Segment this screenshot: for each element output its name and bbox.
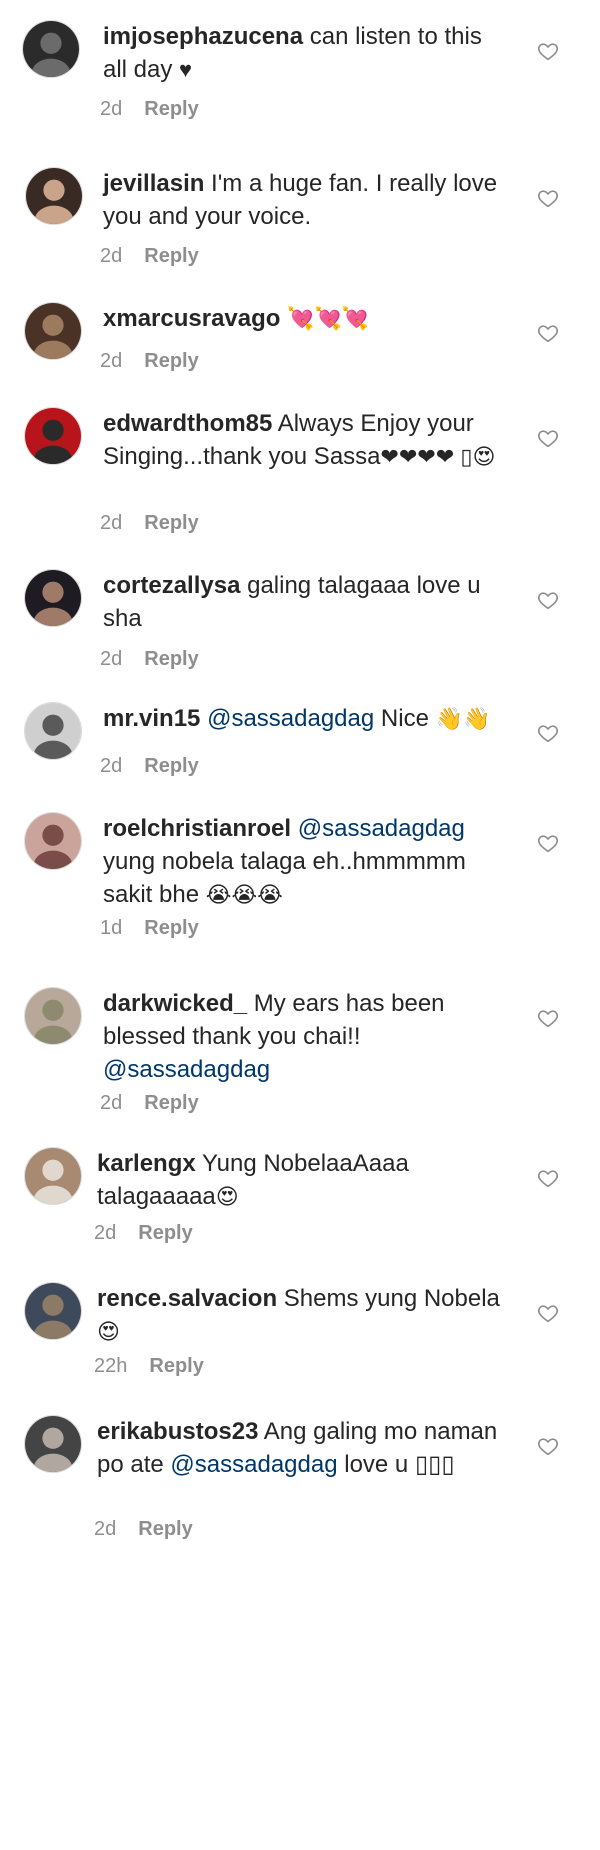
mention-link[interactable]: @sassadagdag — [170, 1451, 337, 1478]
avatar[interactable] — [24, 702, 82, 760]
comment-meta: 2d Reply — [100, 1092, 199, 1115]
heart-outline-icon[interactable] — [537, 1007, 559, 1029]
username-link[interactable]: jevillasin — [103, 170, 204, 197]
timestamp: 2d — [100, 98, 123, 120]
emoji: 👋👋 — [435, 706, 491, 731]
reply-button[interactable]: Reply — [144, 648, 198, 670]
reply-button[interactable]: Reply — [144, 245, 198, 267]
reply-button[interactable]: Reply — [138, 1518, 192, 1540]
timestamp: 2d — [100, 648, 123, 670]
comment-text: rence.salvacion Shems yung Nobela 😍 — [97, 1282, 502, 1348]
comment-meta: 2d Reply — [94, 1518, 193, 1541]
comment-meta: 2d Reply — [100, 755, 199, 778]
timestamp: 2d — [100, 245, 123, 267]
username-link[interactable]: mr.vin15 — [103, 705, 200, 732]
comment-body — [291, 815, 298, 842]
comment-body: love u ▯▯▯ — [337, 1451, 455, 1478]
comment-text: xmarcusravago 💘💘💘 — [103, 302, 508, 335]
comment-text: jevillasin I'm a huge fan. I really love… — [103, 167, 508, 233]
emoji: 😍 — [97, 1319, 120, 1344]
comment-body: Shems yung Nobela — [277, 1285, 500, 1312]
timestamp: 1d — [100, 917, 123, 939]
comment-meta: 2d Reply — [94, 1222, 193, 1245]
emoji: ♥ — [179, 57, 193, 82]
username-link[interactable]: rence.salvacion — [97, 1285, 277, 1312]
avatar[interactable] — [24, 1147, 82, 1205]
emoji: ❤❤❤❤ ▯😍 — [380, 444, 496, 469]
avatar[interactable] — [24, 1282, 82, 1340]
username-link[interactable]: cortezallysa — [103, 572, 240, 599]
comment-meta: 2d Reply — [100, 98, 199, 121]
reply-button[interactable]: Reply — [144, 1092, 198, 1114]
reply-button[interactable]: Reply — [144, 755, 198, 777]
comment-text: erikabustos23 Ang galing mo naman po ate… — [97, 1415, 502, 1481]
heart-outline-icon[interactable] — [537, 322, 559, 344]
comment-text: darkwicked_ My ears has been blessed tha… — [103, 987, 508, 1086]
avatar[interactable] — [25, 167, 83, 225]
avatar[interactable] — [24, 1415, 82, 1473]
username-link[interactable]: xmarcusravago — [103, 305, 280, 332]
comment-meta: 2d Reply — [100, 245, 199, 268]
timestamp: 2d — [94, 1222, 117, 1244]
comment-body: yung nobela talaga eh..hmmmmm sakit bhe — [103, 848, 466, 908]
avatar[interactable] — [24, 302, 82, 360]
heart-outline-icon[interactable] — [537, 40, 559, 62]
username-link[interactable]: erikabustos23 — [97, 1418, 258, 1445]
reply-button[interactable]: Reply — [144, 98, 198, 120]
heart-outline-icon[interactable] — [537, 1167, 559, 1189]
timestamp: 2d — [100, 512, 123, 534]
timestamp: 2d — [94, 1518, 117, 1540]
comment-text: cortezallysa galing talagaaa love u sha — [103, 569, 508, 635]
avatar[interactable] — [24, 987, 82, 1045]
reply-button[interactable]: Reply — [144, 917, 198, 939]
comment-meta: 2d Reply — [100, 350, 199, 373]
reply-button[interactable]: Reply — [144, 350, 198, 372]
comment-text: roelchristianroel @sassadagdag yung nobe… — [103, 812, 508, 911]
emoji: 💘💘💘 — [287, 306, 370, 331]
comment-text: edwardthom85 Always Enjoy your Singing..… — [103, 407, 508, 473]
avatar[interactable] — [24, 812, 82, 870]
username-link[interactable]: karlengx — [97, 1150, 196, 1177]
mention-link[interactable]: @sassadagdag — [207, 705, 374, 732]
heart-outline-icon[interactable] — [537, 589, 559, 611]
comment-meta: 22h Reply — [94, 1355, 204, 1378]
heart-outline-icon[interactable] — [537, 187, 559, 209]
mention-link[interactable]: @sassadagdag — [103, 1056, 270, 1083]
heart-outline-icon[interactable] — [537, 832, 559, 854]
comment-meta: 2d Reply — [100, 512, 199, 535]
comment-text: karlengx Yung NobelaaAaaa talagaaaaa😍 — [97, 1147, 502, 1213]
username-link[interactable]: edwardthom85 — [103, 410, 272, 437]
avatar[interactable] — [22, 20, 80, 78]
emoji: 😭😭😭 — [205, 882, 283, 907]
comment-meta: 2d Reply — [100, 648, 199, 671]
comment-text: mr.vin15 @sassadagdag Nice 👋👋 — [103, 702, 508, 735]
timestamp: 2d — [100, 755, 123, 777]
emoji: 😍 — [215, 1184, 239, 1209]
heart-outline-icon[interactable] — [537, 1435, 559, 1457]
mention-link[interactable]: @sassadagdag — [298, 815, 465, 842]
comment-meta: 1d Reply — [100, 917, 199, 940]
avatar[interactable] — [24, 407, 82, 465]
timestamp: 2d — [100, 1092, 123, 1114]
username-link[interactable]: darkwicked_ — [103, 990, 247, 1017]
username-link[interactable]: imjosephazucena — [103, 23, 303, 50]
comment-body: Nice — [374, 705, 436, 732]
reply-button[interactable]: Reply — [144, 512, 198, 534]
timestamp: 2d — [100, 350, 123, 372]
heart-outline-icon[interactable] — [537, 1302, 559, 1324]
heart-outline-icon[interactable] — [537, 722, 559, 744]
timestamp: 22h — [94, 1355, 128, 1377]
comment-text: imjosephazucena can listen to this all d… — [103, 20, 508, 86]
heart-outline-icon[interactable] — [537, 427, 559, 449]
reply-button[interactable]: Reply — [149, 1355, 203, 1377]
username-link[interactable]: roelchristianroel — [103, 815, 291, 842]
reply-button[interactable]: Reply — [138, 1222, 192, 1244]
avatar[interactable] — [24, 569, 82, 627]
